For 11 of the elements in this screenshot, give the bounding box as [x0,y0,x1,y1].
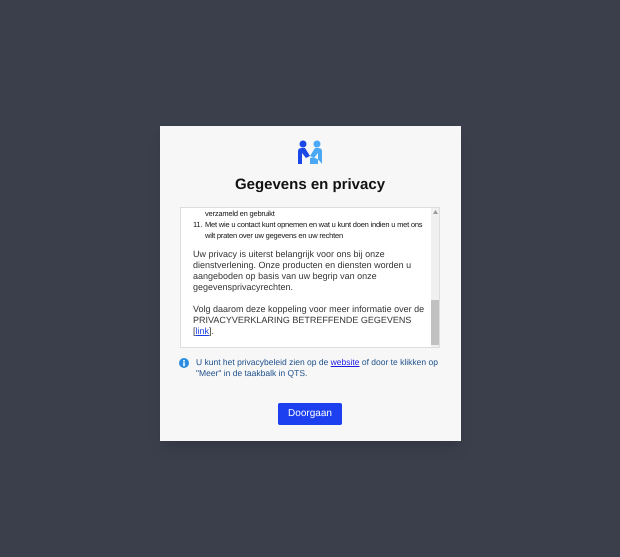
dialog-title: Gegevens en privacy [234,175,386,195]
info-icon [179,358,189,368]
continue-button[interactable]: Doorgaan [278,402,342,424]
privacy-paragraph: Uw privacy is uiterst belangrijk voor ons bij onze dienstverlening. Onze producten en diensten worden u aangeboden op basis van uw begrip van onze gegevensprivacyrechten. [193,248,412,292]
website-link[interactable]: website [330,356,360,366]
handshake-people-icon [297,140,323,164]
privacy-note: U kunt het privacybeleid zien op de website of door te klikken op "Meer" in de taakbalk in QTS. [196,356,439,378]
scroll-up-arrow-icon[interactable] [432,210,438,214]
privacy-link[interactable]: link [196,326,210,336]
privacy-link-paragraph: Volg daarom deze koppeling voor meer informatie over de PRIVACYVERKLARING BETREFFENDE GEGEVENS [link]. [193,304,426,336]
scrollbar[interactable] [431,208,439,346]
